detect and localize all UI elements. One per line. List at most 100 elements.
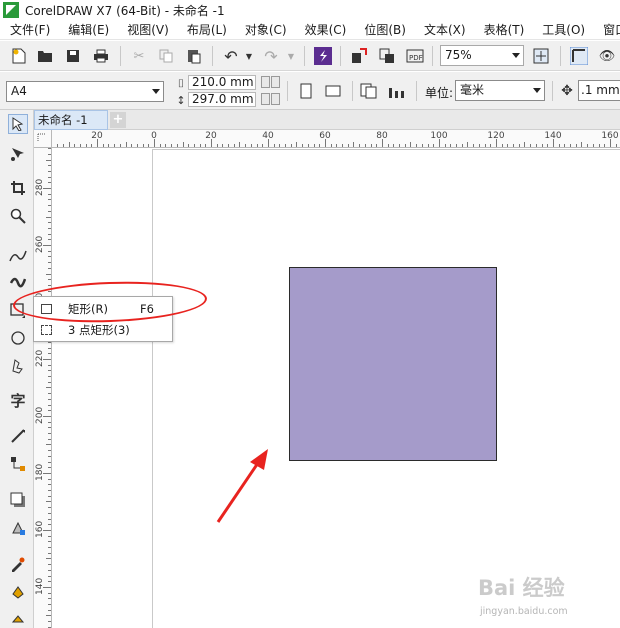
ellipse-tool-icon[interactable] — [8, 328, 28, 348]
menu-tools[interactable]: 工具(O) — [533, 21, 594, 38]
ruler-tick — [48, 519, 51, 520]
current-page-icon[interactable] — [388, 82, 406, 100]
corel-connect-icon[interactable] — [314, 47, 332, 65]
portrait-icon[interactable] — [297, 82, 315, 100]
ruler-tick — [48, 427, 51, 428]
menu-bitmaps[interactable]: 位图(B) — [355, 21, 415, 38]
ruler-tick — [48, 593, 51, 594]
menu-effects[interactable]: 效果(C) — [296, 21, 356, 38]
zoom-tool-icon[interactable] — [8, 206, 28, 226]
ruler-tick — [137, 144, 138, 147]
ruler-tick — [48, 353, 51, 354]
toolbar-separator — [432, 46, 433, 66]
ruler-tick — [445, 144, 446, 147]
ruler-tick — [114, 144, 115, 147]
ruler-tick — [48, 450, 51, 451]
connector-tool-icon[interactable] — [8, 454, 28, 474]
ruler-tick — [48, 205, 51, 206]
shape-tool-icon[interactable] — [8, 144, 28, 164]
cut-icon[interactable]: ✂ — [130, 47, 148, 65]
new-document-icon[interactable] — [10, 47, 28, 65]
add-document-tab-button[interactable]: + — [110, 112, 126, 128]
eyedropper-tool-icon[interactable] — [8, 554, 28, 574]
height-lock-icon[interactable] — [271, 93, 280, 105]
menu-file[interactable]: 文件(F) — [0, 21, 59, 38]
crop-tool-icon[interactable] — [8, 178, 28, 198]
ruler-tick — [48, 490, 51, 491]
dimension-tool-icon[interactable] — [8, 426, 28, 446]
save-icon[interactable] — [64, 47, 82, 65]
menu-layout[interactable]: 布局(L) — [178, 21, 236, 38]
smart-fill-icon[interactable] — [8, 608, 28, 628]
ruler-tick — [48, 154, 51, 155]
ruler-tick — [48, 370, 51, 371]
zoom-level-dropdown[interactable]: 75% — [440, 45, 524, 66]
title-bar: CorelDRAW X7 (64-Bit) - 未命名 -1 — [0, 0, 620, 20]
width-lock-icon[interactable] — [271, 76, 280, 88]
ruler-tick — [48, 234, 51, 235]
all-pages-icon[interactable] — [360, 82, 378, 100]
menu-table[interactable]: 表格(T) — [475, 21, 534, 38]
unit-dropdown[interactable]: 毫米 — [455, 80, 545, 101]
view-options-icon[interactable]: 👁 — [598, 47, 616, 65]
ruler-label: 160 — [35, 520, 45, 538]
document-tab[interactable]: 未命名 -1 — [34, 110, 108, 130]
ruler-tick — [48, 479, 51, 480]
page-height-field[interactable]: 297.0 mm — [188, 92, 256, 107]
drop-shadow-tool-icon[interactable] — [8, 490, 28, 510]
menu-view[interactable]: 视图(V) — [118, 21, 178, 38]
ruler-tick — [48, 581, 51, 582]
paste-icon[interactable] — [185, 47, 203, 65]
export-icon[interactable] — [378, 47, 396, 65]
ruler-tick — [536, 144, 537, 147]
page-width-field[interactable]: 210.0 mm — [188, 75, 256, 90]
ruler-tick — [48, 399, 51, 400]
text-tool-icon[interactable]: 字 — [8, 390, 28, 410]
vertical-ruler[interactable]: 280260240220200180160140 — [34, 148, 52, 628]
menu-object[interactable]: 对象(C) — [236, 21, 296, 38]
pick-tool-icon[interactable] — [8, 114, 28, 134]
ruler-tick — [46, 387, 51, 388]
print-icon[interactable] — [92, 47, 110, 65]
nudge-distance-field[interactable]: .1 mm — [578, 80, 620, 101]
menu-edit[interactable]: 编辑(E) — [59, 21, 118, 38]
menu-window[interactable]: 窗口 — [594, 21, 620, 38]
ruler-tick — [490, 144, 491, 147]
width-spinner-icon[interactable] — [261, 76, 270, 88]
ruler-tick — [48, 365, 51, 366]
ruler-tick — [131, 144, 132, 147]
open-folder-icon[interactable] — [36, 47, 54, 65]
ruler-tick — [48, 433, 51, 434]
ruler-origin[interactable] — [34, 130, 52, 148]
interactive-fill-icon[interactable] — [8, 582, 28, 602]
ruler-tick — [593, 144, 594, 147]
page-size-dropdown[interactable]: A4 — [6, 81, 164, 102]
polygon-tool-icon[interactable] — [8, 356, 28, 376]
ruler-tick — [473, 144, 474, 147]
redo-dropdown-icon[interactable]: ▼ — [282, 47, 300, 65]
ruler-tick — [48, 513, 51, 514]
landscape-icon[interactable] — [324, 82, 342, 100]
artistic-media-icon[interactable] — [8, 272, 28, 292]
publish-pdf-icon[interactable]: PDF — [406, 47, 424, 65]
rectangle-shape[interactable] — [289, 267, 497, 461]
show-rulers-icon[interactable] — [570, 47, 588, 65]
undo-dropdown-icon[interactable]: ▼ — [240, 47, 258, 65]
ruler-tick — [48, 598, 51, 599]
horizontal-ruler[interactable]: 20 0 20 40 60 80 100 120 140 160 — [52, 130, 620, 148]
ruler-tick — [48, 541, 51, 542]
flyout-item-3-point-rectangle[interactable]: 3 点矩形(3) — [34, 320, 172, 341]
drawing-canvas[interactable] — [53, 149, 620, 628]
import-icon[interactable] — [350, 47, 368, 65]
copy-icon[interactable] — [157, 47, 175, 65]
full-screen-preview-icon[interactable] — [532, 47, 550, 65]
menu-text[interactable]: 文本(X) — [415, 21, 475, 38]
height-spinner-icon[interactable] — [261, 93, 270, 105]
redo-icon[interactable]: ↷ — [262, 47, 280, 66]
freehand-tool-icon[interactable] — [8, 246, 28, 266]
ruler-tick — [382, 139, 383, 147]
ruler-tick — [353, 142, 354, 147]
transparency-tool-icon[interactable] — [8, 518, 28, 538]
ruler-tick — [46, 444, 51, 445]
undo-icon[interactable]: ↶ — [222, 47, 240, 66]
